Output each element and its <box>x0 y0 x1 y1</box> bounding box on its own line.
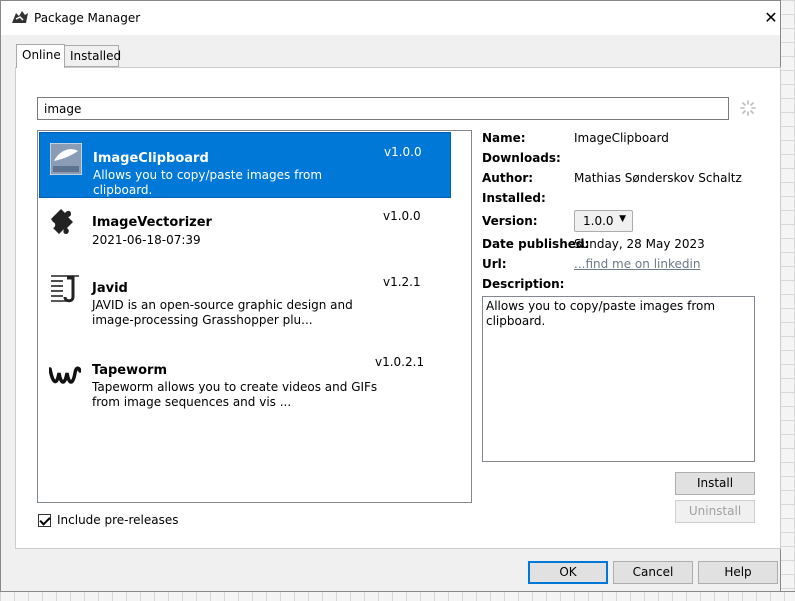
package-name: ImageVectorizer <box>92 215 212 230</box>
version-selected-value: 1.0.0 <box>583 214 614 228</box>
package-version: v1.2.1 <box>383 275 421 289</box>
description-label: Description: <box>482 277 565 291</box>
package-name: Javid <box>92 281 128 296</box>
package-item-imageclipboard[interactable]: ImageClipboard Allows you to copy/paste … <box>39 132 451 198</box>
author-label: Author: <box>482 171 534 185</box>
include-prereleases-toggle[interactable]: Include pre-releases <box>38 513 179 527</box>
date-published-value: Sunday, 28 May 2023 <box>574 237 705 251</box>
package-item-javid[interactable]: Javid JAVID is an open-source graphic de… <box>39 265 451 345</box>
package-description: Allows you to copy/paste images from cli… <box>93 168 323 197</box>
package-description: 2021-06-18-07:39 <box>92 233 201 247</box>
package-name: Tapeworm <box>92 363 167 378</box>
chevron-down-icon: ▼ <box>619 214 626 224</box>
install-button[interactable]: Install <box>675 472 755 495</box>
close-icon[interactable]: ✕ <box>760 7 782 29</box>
image-clipboard-icon <box>50 143 82 175</box>
cancel-button[interactable]: Cancel <box>613 561 693 584</box>
installed-label: Installed: <box>482 191 546 205</box>
ok-button[interactable]: OK <box>528 561 608 584</box>
name-value: ImageClipboard <box>574 131 669 145</box>
package-description: JAVID is an open-source graphic design a… <box>92 298 353 327</box>
window-title: Package Manager <box>34 11 141 25</box>
package-version: v1.0.0 <box>383 209 421 223</box>
url-label: Url: <box>482 257 507 271</box>
background-canvas <box>780 0 795 601</box>
title-bar: Package Manager ✕ <box>1 1 780 35</box>
background-canvas-bottom <box>0 591 795 601</box>
package-description: Tapeworm allows you to create videos and… <box>92 380 378 409</box>
package-version: v1.0.2.1 <box>375 355 425 369</box>
package-item-tapeworm[interactable]: Tapeworm Tapeworm allows you to create v… <box>39 345 451 425</box>
search-input[interactable] <box>37 97 729 120</box>
prerelease-label: Include pre-releases <box>57 513 179 527</box>
tapeworm-logo-icon <box>49 366 81 384</box>
author-value: Mathias Sønderskov Schaltz <box>574 171 742 185</box>
loading-spinner-icon <box>740 100 756 116</box>
tab-online[interactable]: Online <box>16 44 65 68</box>
downloads-label: Downloads: <box>482 151 561 165</box>
version-label: Version: <box>482 214 538 228</box>
help-button[interactable]: Help <box>698 561 778 584</box>
name-label: Name: <box>482 131 526 145</box>
prerelease-checkbox[interactable] <box>38 513 51 527</box>
package-list[interactable]: ImageClipboard Allows you to copy/paste … <box>37 130 472 503</box>
tab-installed[interactable]: Installed <box>65 45 121 67</box>
rhino-app-icon <box>12 11 28 23</box>
uninstall-button[interactable]: Uninstall <box>675 500 755 523</box>
puzzle-piece-icon <box>51 209 73 234</box>
package-version: v1.0.0 <box>384 145 422 159</box>
javid-logo-icon <box>51 275 79 303</box>
version-dropdown[interactable]: 1.0.0 ▼ <box>574 210 633 232</box>
package-name: ImageClipboard <box>93 151 209 166</box>
package-item-imagevectorizer[interactable]: ImageVectorizer 2021-06-18-07:39 v1.0.0 <box>39 199 451 265</box>
description-textbox[interactable]: Allows you to copy/paste images from cli… <box>482 296 755 462</box>
url-link[interactable]: ...find me on linkedin <box>574 257 700 271</box>
